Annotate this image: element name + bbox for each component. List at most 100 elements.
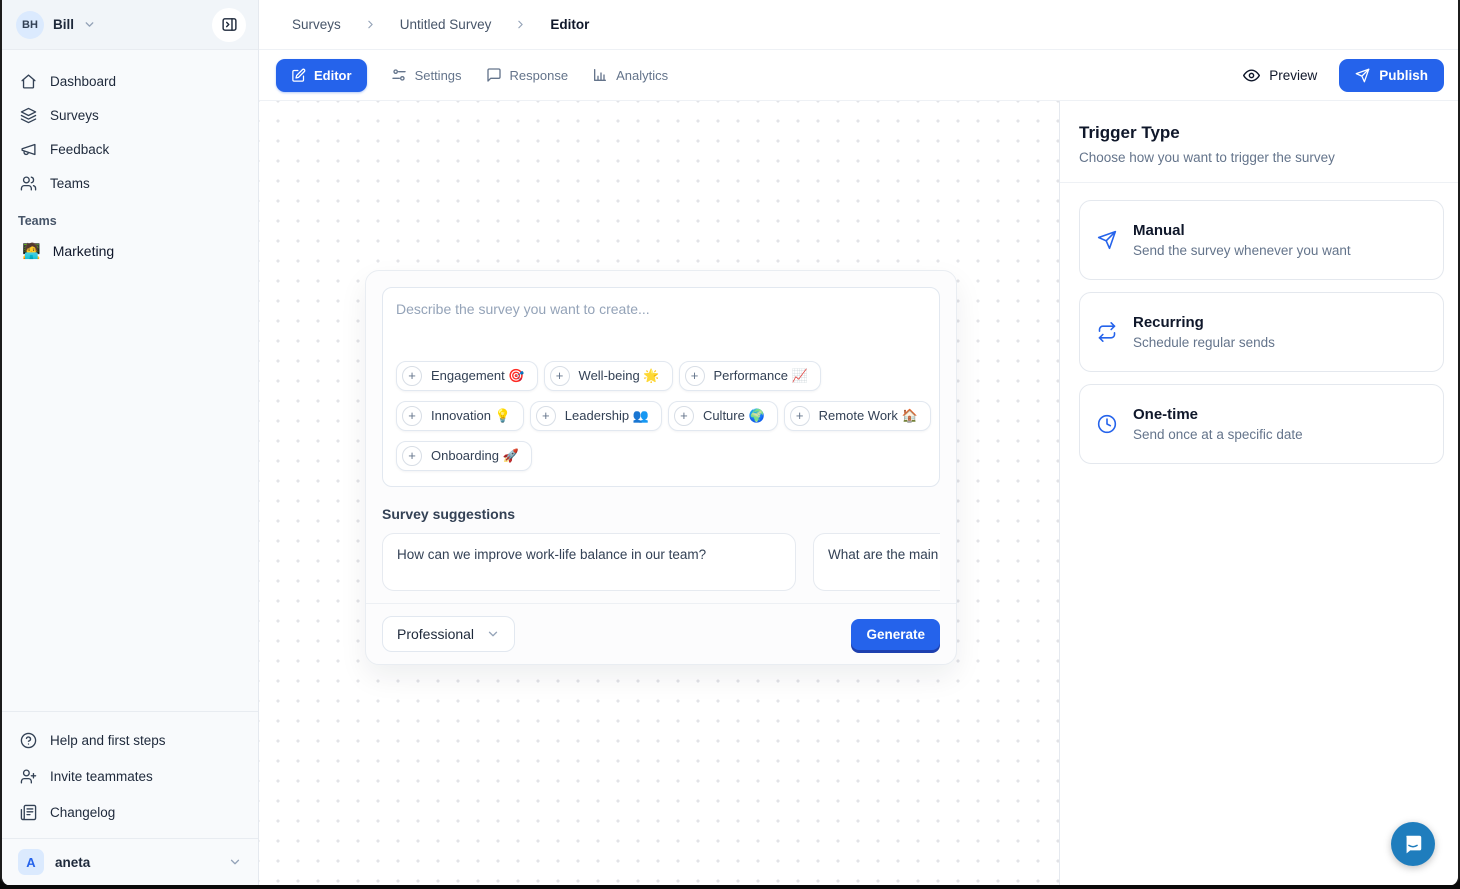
tab-label: Response	[510, 68, 569, 83]
trigger-option-title: Recurring	[1133, 314, 1275, 331]
topic-chip-well-being[interactable]: + Well-being 🌟	[544, 361, 673, 391]
toolbar-actions: Preview Publish	[1243, 59, 1444, 92]
topic-chip-innovation[interactable]: + Innovation 💡	[396, 401, 524, 431]
chip-label: Engagement 🎯	[431, 368, 525, 384]
suggestions-list: How can we improve work-life balance in …	[382, 533, 940, 591]
sidebar-item-changelog[interactable]: Changelog	[2, 794, 258, 830]
chip-row: + Innovation 💡 + Leadership 👥 + Culture …	[396, 401, 926, 431]
breadcrumb: Surveys Untitled Survey Editor	[292, 17, 589, 32]
breadcrumb-survey-name[interactable]: Untitled Survey	[400, 17, 492, 32]
panel-title: Trigger Type	[1079, 123, 1442, 143]
panel-subtitle: Choose how you want to trigger the surve…	[1079, 150, 1442, 165]
trigger-option-manual[interactable]: Manual Send the survey whenever you want	[1079, 200, 1444, 280]
editor-tabs: Editor Settings Response Analytics	[276, 59, 668, 92]
chip-label: Well-being 🌟	[579, 368, 660, 384]
sidebar-item-surveys[interactable]: Surveys	[2, 98, 258, 132]
survey-composer-card: + Engagement 🎯 + Well-being 🌟 + Performa…	[365, 270, 957, 665]
suggestion-card[interactable]: How can we improve work-life balance in …	[382, 533, 796, 591]
topic-chip-performance[interactable]: + Performance 📈	[679, 361, 821, 391]
topic-chip-onboarding[interactable]: + Onboarding 🚀	[396, 441, 532, 471]
app-frame: BH Bill Dashboard Surv	[0, 0, 1460, 885]
plus-icon: +	[685, 366, 705, 386]
sidebar-collapse-button[interactable]	[212, 8, 246, 42]
sidebar-footer: Help and first steps Invite teammates Ch…	[2, 711, 258, 885]
preview-button[interactable]: Preview	[1243, 67, 1317, 84]
tab-response[interactable]: Response	[486, 67, 569, 83]
bar-chart-icon	[592, 67, 608, 83]
plus-icon: +	[536, 406, 556, 426]
trigger-option-text: Manual Send the survey whenever you want	[1133, 222, 1351, 258]
chat-bubble-icon	[1402, 833, 1424, 855]
sidebar-item-label: Dashboard	[50, 74, 116, 89]
sidebar-item-teams[interactable]: Teams	[2, 166, 258, 200]
topic-chip-engagement[interactable]: + Engagement 🎯	[396, 361, 538, 391]
chevron-right-icon	[364, 18, 377, 31]
users-icon	[20, 175, 37, 192]
tab-label: Editor	[314, 68, 352, 83]
user-menu[interactable]: A aneta	[2, 838, 258, 885]
survey-description-input[interactable]	[396, 301, 926, 361]
chip-label: Innovation 💡	[431, 408, 511, 424]
tab-editor[interactable]: Editor	[276, 59, 367, 92]
sidebar-nav: Dashboard Surveys Feedback Teams	[2, 50, 258, 268]
survey-description-box: + Engagement 🎯 + Well-being 🌟 + Performa…	[382, 287, 940, 487]
sidebar-item-label: Teams	[50, 176, 90, 191]
panel-collapse-icon	[221, 16, 238, 33]
trigger-option-text: Recurring Schedule regular sends	[1133, 314, 1275, 350]
chevron-down-icon	[83, 18, 96, 31]
sidebar-item-label: Changelog	[50, 805, 115, 820]
suggestion-card[interactable]: What are the main obstacles to productiv…	[813, 533, 940, 591]
sidebar-item-feedback[interactable]: Feedback	[2, 132, 258, 166]
technologist-emoji-icon: 🧑‍💻	[22, 242, 41, 260]
tab-analytics[interactable]: Analytics	[592, 67, 668, 83]
breadcrumb-surveys[interactable]: Surveys	[292, 17, 341, 32]
topic-chip-leadership[interactable]: + Leadership 👥	[530, 401, 662, 431]
trigger-option-recurring[interactable]: Recurring Schedule regular sends	[1079, 292, 1444, 372]
tab-settings[interactable]: Settings	[391, 67, 462, 83]
trigger-option-title: Manual	[1133, 222, 1351, 239]
plus-icon: +	[790, 406, 810, 426]
publish-button[interactable]: Publish	[1339, 59, 1444, 92]
chip-row: + Engagement 🎯 + Well-being 🌟 + Performa…	[396, 361, 926, 391]
chevron-down-icon	[228, 855, 242, 869]
composer-body: + Engagement 🎯 + Well-being 🌟 + Performa…	[366, 271, 956, 591]
plus-icon: +	[402, 446, 422, 466]
generate-button[interactable]: Generate	[851, 619, 940, 650]
teams-section-label: Teams	[2, 200, 258, 234]
user-avatar: A	[18, 849, 44, 875]
tone-select[interactable]: Professional	[382, 616, 515, 652]
sidebar-item-team-marketing[interactable]: 🧑‍💻 Marketing	[2, 234, 258, 268]
sidebar-item-invite[interactable]: Invite teammates	[2, 758, 258, 794]
send-icon	[1097, 230, 1117, 250]
suggestions-title: Survey suggestions	[382, 506, 940, 522]
trigger-option-description: Schedule regular sends	[1133, 335, 1275, 350]
preview-label: Preview	[1269, 68, 1317, 83]
workspace-switcher[interactable]: BH Bill	[2, 0, 258, 50]
chip-label: Onboarding 🚀	[431, 448, 519, 464]
eye-icon	[1243, 67, 1260, 84]
trigger-type-panel: Trigger Type Choose how you want to trig…	[1059, 101, 1460, 885]
trigger-option-one-time[interactable]: One-time Send once at a specific date	[1079, 384, 1444, 464]
workspace-name: Bill	[53, 17, 74, 32]
sidebar-item-dashboard[interactable]: Dashboard	[2, 64, 258, 98]
chip-label: Culture 🌍	[703, 408, 765, 424]
trigger-option-text: One-time Send once at a specific date	[1133, 406, 1303, 442]
chat-launcher-button[interactable]	[1391, 822, 1435, 866]
trigger-option-description: Send the survey whenever you want	[1133, 243, 1351, 258]
topic-chip-culture[interactable]: + Culture 🌍	[668, 401, 778, 431]
tab-label: Analytics	[616, 68, 668, 83]
message-icon	[486, 67, 502, 83]
chip-label: Leadership 👥	[565, 408, 649, 424]
chevron-down-icon	[486, 627, 500, 641]
newspaper-icon	[20, 804, 37, 821]
sidebar-item-help[interactable]: Help and first steps	[2, 722, 258, 758]
app-window: BH Bill Dashboard Surv	[0, 0, 1460, 889]
trigger-option-title: One-time	[1133, 406, 1303, 423]
tab-label: Settings	[415, 68, 462, 83]
send-icon	[1355, 68, 1370, 83]
plus-icon: +	[402, 406, 422, 426]
home-icon	[20, 73, 37, 90]
breadcrumb-current: Editor	[550, 17, 589, 32]
team-name: Marketing	[53, 243, 114, 259]
topic-chip-remote-work[interactable]: + Remote Work 🏠	[784, 401, 931, 431]
